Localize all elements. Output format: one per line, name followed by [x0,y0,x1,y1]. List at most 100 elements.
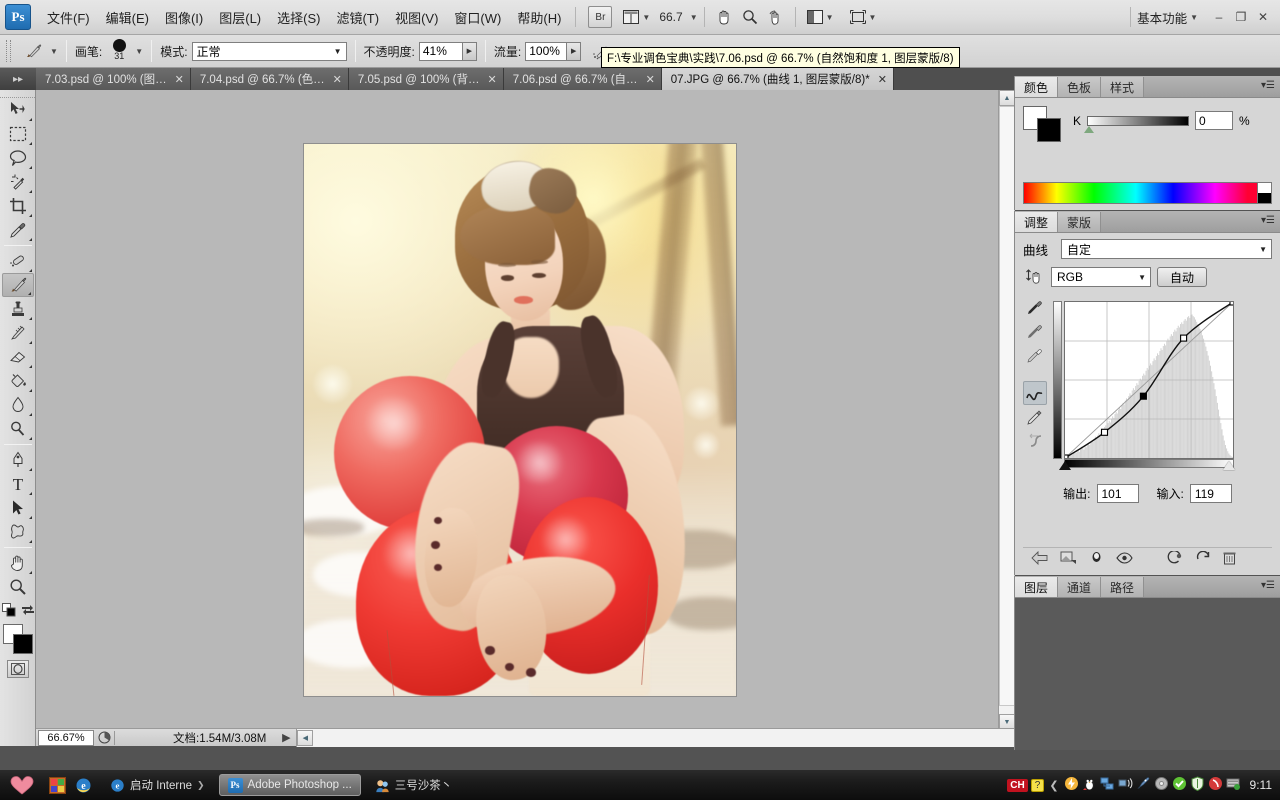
minimize-button[interactable]: – [1208,7,1230,27]
curves-plot[interactable] [1064,301,1234,459]
tool-flyout-icon[interactable] [28,314,32,320]
screen-mode-icon[interactable]: ▼ [804,6,837,28]
set-black-point-icon[interactable] [1023,295,1047,319]
document-tab-705[interactable]: 7.05.psd @ 100% (背… ✕ [348,68,504,90]
chevron-left-icon[interactable]: ❮ [1049,779,1058,792]
tab-swatches[interactable]: 色板 [1058,77,1102,97]
close-icon[interactable]: ✕ [646,73,655,86]
reset-icon[interactable] [1167,550,1184,568]
tab-masks[interactable]: 蒙版 [1058,212,1102,232]
thunder-icon[interactable] [1064,776,1079,794]
paint-bucket-tool[interactable] [2,369,34,393]
menu-window[interactable]: 窗口(W) [446,5,509,30]
marquee-tool[interactable] [2,122,34,146]
arrange-documents-icon[interactable]: ▼ [620,6,653,28]
white-point-slider-icon[interactable] [1223,461,1235,470]
show-desktop-icon[interactable] [47,775,67,795]
move-tool[interactable] [2,98,34,122]
close-icon[interactable]: ✕ [175,73,184,86]
status-expand-icon[interactable]: ▶ [276,730,296,746]
zoom-tool-icon[interactable] [739,6,761,28]
restore-button[interactable]: ❐ [1230,7,1252,27]
quick-mask-button[interactable] [6,660,29,678]
network-icon[interactable] [1100,776,1115,794]
tool-flyout-icon[interactable] [28,266,32,272]
magic-wand-tool[interactable] [2,170,34,194]
tab-styles[interactable]: 样式 [1101,77,1145,97]
eye-icon[interactable] [1116,552,1133,567]
swap-colors-icon[interactable] [21,604,34,619]
tab-layers[interactable]: 图层 [1015,577,1059,597]
blend-mode-select[interactable]: 正常 ▼ [191,41,347,61]
vertical-scroll-thumb[interactable] [999,106,1015,706]
tab-adjustments[interactable]: 调整 [1015,212,1059,232]
blur-tool[interactable] [2,393,34,417]
curve-point-tool-icon[interactable] [1023,381,1047,405]
zoom-level-value[interactable]: 66.7 [655,10,686,24]
options-bar-grip[interactable] [6,40,11,62]
tool-flyout-icon[interactable] [28,386,32,392]
targeted-adjustment-icon[interactable] [1023,268,1045,286]
menu-layer[interactable]: 图层(L) [211,5,269,30]
menu-select[interactable]: 选择(S) [269,5,328,30]
panel-menu-icon[interactable]: ▾☰ [1261,80,1275,91]
eyedropper-tool[interactable] [2,218,34,242]
tool-flyout-icon[interactable] [28,434,32,440]
close-icon[interactable]: ✕ [333,73,342,86]
tab-paths[interactable]: 路径 [1101,577,1145,597]
taskbar-clock[interactable]: 9:11 [1250,778,1272,792]
menu-edit[interactable]: 编辑(E) [98,5,157,30]
clip-to-layer-icon[interactable] [1060,551,1077,568]
tool-flyout-icon[interactable] [28,537,32,543]
tool-flyout-icon[interactable] [27,289,31,295]
tab-channels[interactable]: 通道 [1058,577,1102,597]
internet-explorer-icon[interactable]: e [73,775,93,795]
opacity-slider-button[interactable]: ▶ [462,41,477,61]
tool-flyout-icon[interactable] [28,211,32,217]
panel-menu-icon[interactable]: ▾☰ [1261,215,1275,226]
tab-bar-grip[interactable]: ▸▸ [0,68,36,90]
workspace-caret-icon[interactable]: ▼ [1190,13,1198,22]
panel-menu-icon[interactable]: ▾☰ [1261,580,1275,591]
workspace-selector[interactable]: 基本功能 [1137,8,1187,27]
ime-indicator[interactable]: CH [1007,778,1028,792]
foreground-background-colors[interactable] [2,624,33,654]
shield-icon[interactable] [1190,776,1205,794]
tool-flyout-icon[interactable] [28,513,32,519]
layers-panel-body[interactable] [1015,598,1280,750]
close-icon[interactable]: ✕ [488,73,497,86]
k-channel-slider[interactable] [1087,115,1190,126]
color-spectrum-ramp[interactable] [1023,182,1258,204]
black-point-slider-icon[interactable] [1059,461,1071,470]
input-value-input[interactable]: 119 [1189,484,1232,503]
clone-stamp-tool[interactable] [2,297,34,321]
healing-brush-tool[interactable] [2,249,34,273]
tool-flyout-icon[interactable] [28,362,32,368]
flow-input[interactable]: 100% [525,41,568,61]
rotate-view-tool-icon[interactable] [765,6,787,28]
preview-toggle-icon[interactable] [1089,551,1104,568]
qq-penguin-icon[interactable] [1082,776,1097,794]
smooth-curve-icon[interactable] [1023,429,1047,453]
set-gray-point-icon[interactable] [1023,319,1047,343]
server-icon[interactable] [1226,776,1241,794]
volume-icon[interactable] [1118,776,1133,794]
type-tool[interactable]: T [2,472,34,496]
scroll-up-arrow-icon[interactable]: ▲ [999,90,1015,106]
help-icon[interactable]: ? [1030,778,1045,792]
document-image[interactable] [303,143,737,697]
menu-file[interactable]: 文件(F) [39,5,98,30]
crop-tool[interactable] [2,194,34,218]
red-circle-icon[interactable] [1208,776,1223,794]
launch-bridge-button[interactable]: Br [588,6,613,28]
tool-flyout-icon[interactable] [28,410,32,416]
dodge-tool[interactable] [2,417,34,441]
tool-flyout-icon[interactable] [28,115,32,121]
menu-filter[interactable]: 滤镜(T) [328,5,387,30]
brush-preset-caret-icon[interactable]: ▼ [50,47,58,56]
toolbar-grip[interactable] [0,90,35,98]
k-value-input[interactable]: 0 [1195,111,1234,130]
eraser-tool[interactable] [2,345,34,369]
history-brush-tool[interactable] [2,321,34,345]
disc-icon[interactable] [1154,776,1169,794]
